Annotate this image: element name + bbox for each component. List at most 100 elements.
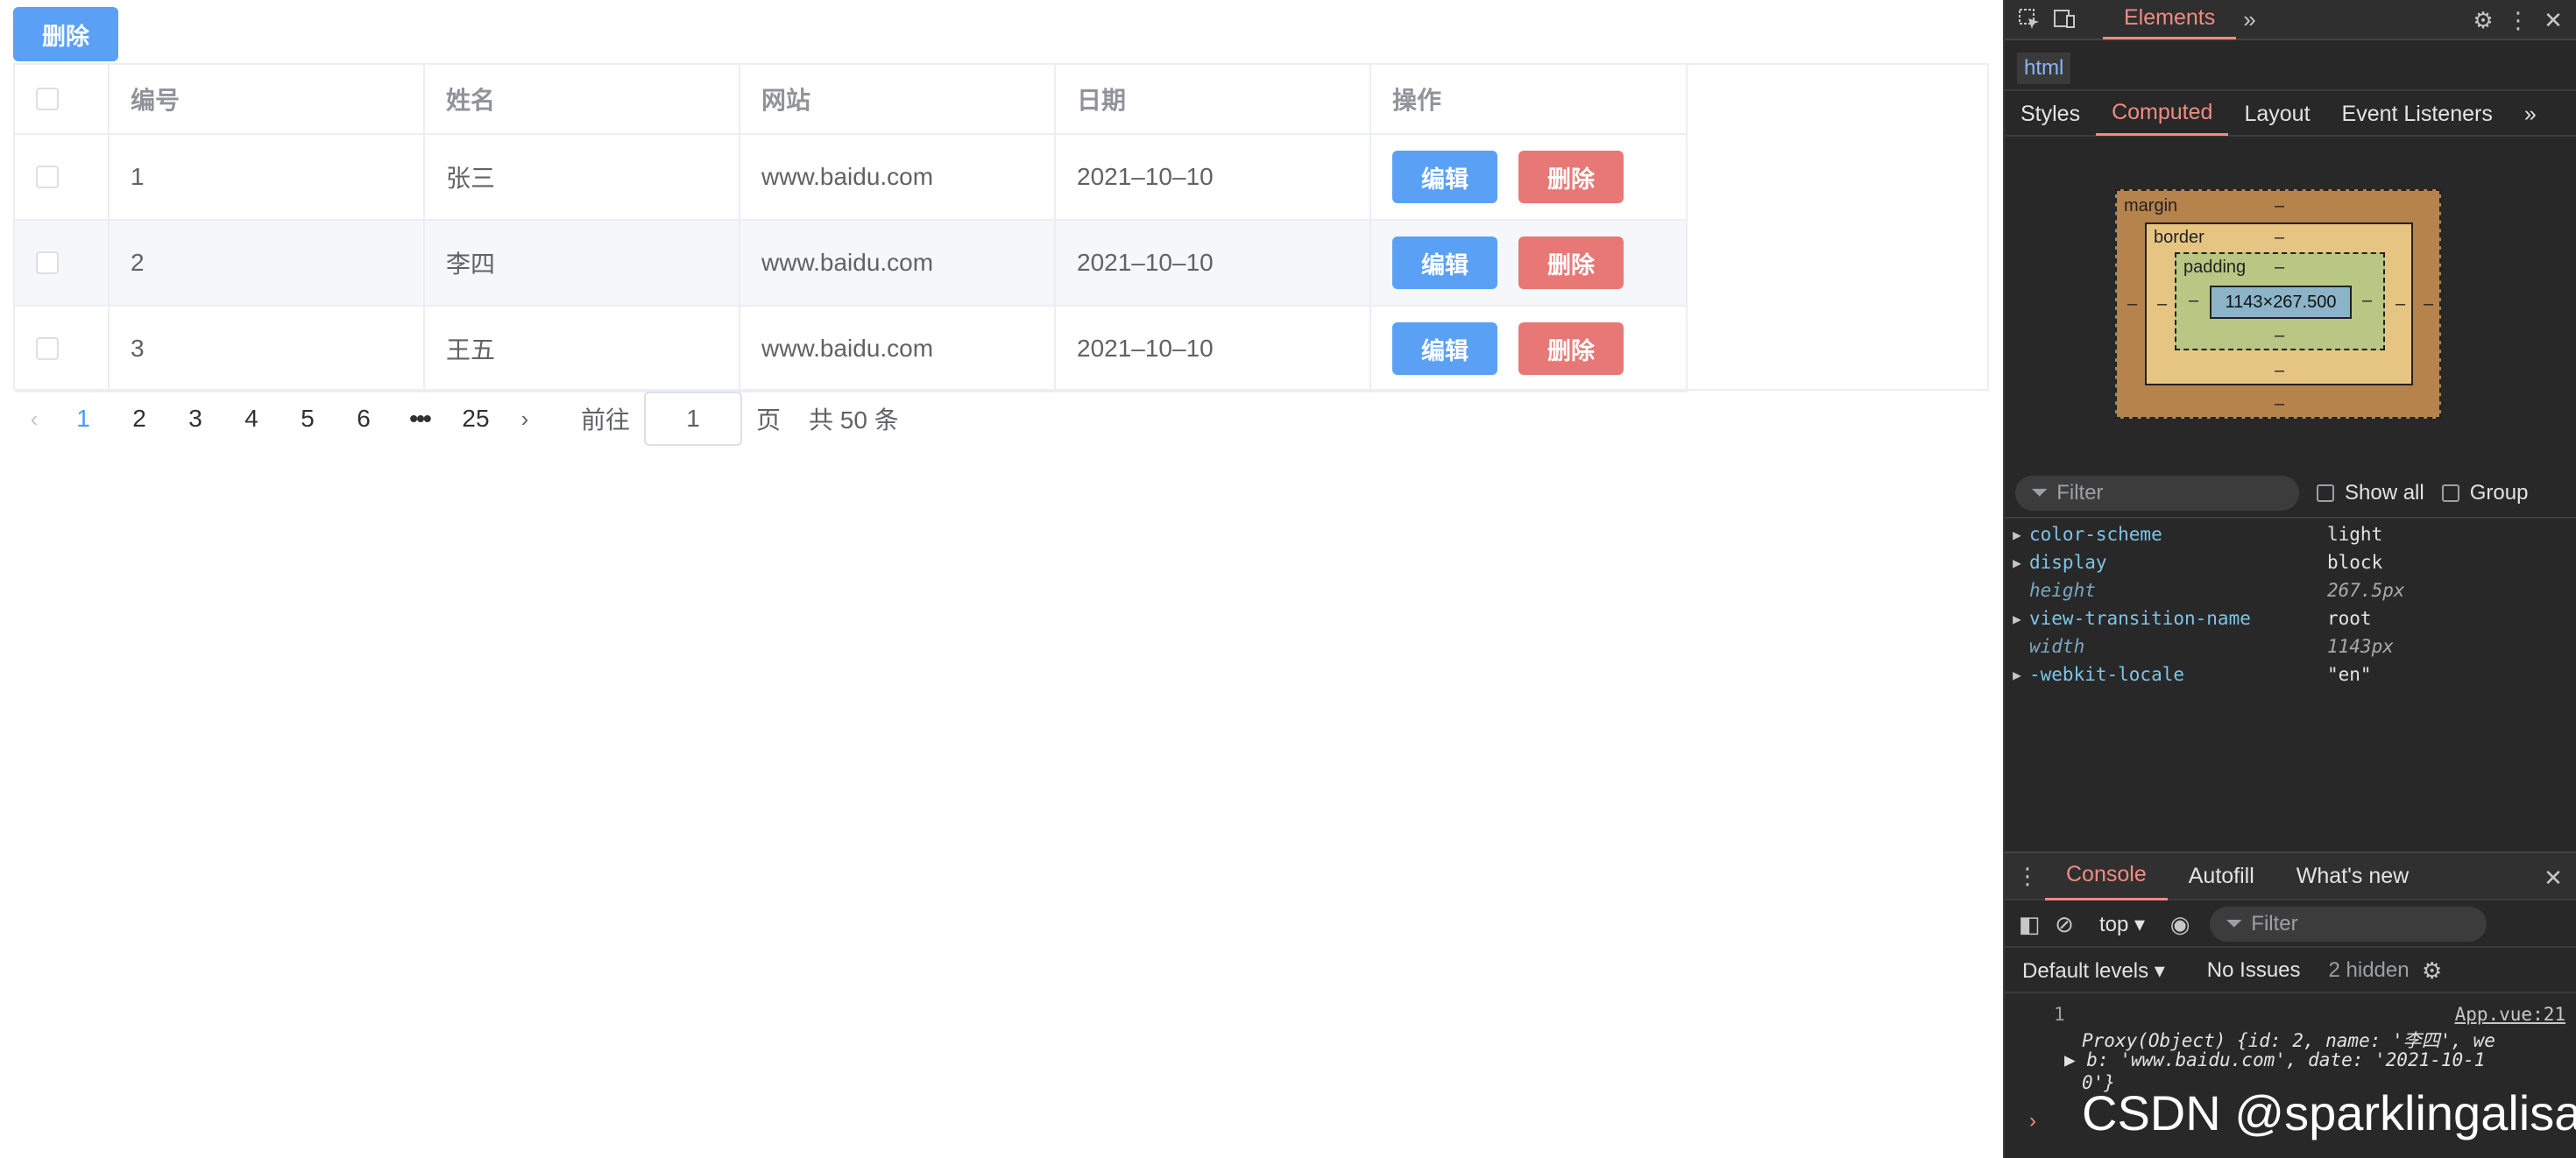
drawer-menu-icon[interactable]: ⋮ — [2010, 858, 2045, 893]
more-subtabs-icon[interactable]: » — [2509, 92, 2552, 136]
page-5[interactable]: 5 — [280, 405, 336, 433]
tab-event-listeners[interactable]: Event Listeners — [2326, 92, 2509, 136]
expand-triangle-icon[interactable]: ▶ — [2005, 667, 2029, 683]
margin-right-value: – — [2424, 294, 2434, 314]
data-table: 编号 姓名 网站 日期 操作 1 张三 www.baidu.com 2021–1… — [13, 63, 1989, 392]
expand-triangle-icon[interactable]: ▶ — [2064, 1049, 2086, 1070]
border-label: border — [2154, 228, 2204, 247]
cell-date: 2021–10–10 — [1056, 135, 1371, 219]
property-row[interactable]: ▶ view-transition-name root — [2005, 604, 2576, 632]
header-id: 编号 — [110, 65, 425, 133]
delete-button[interactable]: 删除 — [1518, 151, 1624, 203]
computed-filter-input[interactable]: ⏷ Filter — [2015, 476, 2299, 511]
more-pages-icon[interactable]: ••• — [392, 405, 448, 433]
cell-website: www.baidu.com — [740, 135, 1056, 219]
cell-actions: 编辑 删除 — [1371, 221, 1688, 305]
page-4[interactable]: 4 — [223, 405, 280, 433]
tab-console[interactable]: Console — [2045, 851, 2168, 900]
pagination: ‹ 1 2 3 4 5 6 ••• 25 › 前往 页 共 50 条 — [13, 391, 899, 447]
goto-page-input[interactable] — [644, 392, 743, 446]
more-tabs-icon[interactable]: » — [2243, 6, 2255, 33]
tab-computed[interactable]: Computed — [2096, 92, 2229, 136]
console-prompt-icon[interactable]: › — [2029, 1109, 2036, 1133]
property-row[interactable]: ▶ -webkit-locale "en" — [2005, 660, 2576, 688]
show-all-label: Show all — [2345, 481, 2424, 505]
table-row: 1 张三 www.baidu.com 2021–10–10 编辑 删除 — [15, 135, 1688, 221]
border-right-value: – — [2396, 294, 2406, 314]
eye-icon[interactable]: ◉ — [2162, 907, 2197, 942]
cell-website: www.baidu.com — [740, 307, 1056, 391]
edit-button[interactable]: 编辑 — [1392, 237, 1497, 289]
header-actions: 操作 — [1371, 65, 1688, 133]
page-unit-label: 页 — [756, 406, 782, 434]
box-model-border: border – – – – padding – – – – 1143×267.… — [2145, 222, 2413, 385]
delete-button[interactable]: 删除 — [1518, 322, 1624, 375]
page-2[interactable]: 2 — [111, 405, 167, 433]
close-icon[interactable]: ✕ — [2536, 3, 2571, 38]
page-last[interactable]: 25 — [448, 405, 504, 433]
margin-label: margin — [2124, 196, 2178, 215]
log-source-link[interactable]: App.vue:21 — [2455, 1004, 2565, 1025]
property-row[interactable]: width 1143px — [2005, 632, 2576, 660]
edit-button[interactable]: 编辑 — [1392, 151, 1497, 203]
inspect-icon[interactable] — [2012, 2, 2047, 37]
context-select[interactable]: top ▾ — [2099, 912, 2145, 937]
tab-layout[interactable]: Layout — [2228, 92, 2325, 136]
property-row[interactable]: ▶ display block — [2005, 548, 2576, 576]
cell-name: 王五 — [425, 307, 740, 391]
cell-website: www.baidu.com — [740, 221, 1056, 305]
clear-console-icon[interactable]: ⊘ — [2047, 907, 2082, 942]
property-value: root — [2327, 608, 2372, 629]
console-settings-icon[interactable]: ⚙ — [2415, 953, 2450, 988]
property-row[interactable]: ▶ color-scheme light — [2005, 520, 2576, 548]
group-label: Group — [2469, 481, 2529, 505]
breadcrumb: html — [2005, 47, 2576, 91]
tab-elements[interactable]: Elements — [2103, 0, 2237, 39]
tab-whats-new[interactable]: What's new — [2275, 851, 2430, 900]
drawer-tabs: ⋮ Console Autofill What's new ✕ — [2005, 851, 2576, 900]
header-date: 日期 — [1056, 65, 1371, 133]
sidebar-toggle-icon[interactable]: ◧ — [2012, 907, 2047, 942]
box-model-padding: padding – – – – 1143×267.500 — [2175, 252, 2385, 350]
console-filter-input[interactable]: ⏷ Filter — [2210, 907, 2488, 942]
issues-status[interactable]: No Issues — [2207, 958, 2301, 983]
gear-icon[interactable]: ⚙ — [2466, 3, 2501, 38]
property-name: view-transition-name — [2029, 608, 2251, 629]
prev-page-icon[interactable]: ‹ — [13, 406, 55, 433]
devtools-panel: Elements » ⚙ ⋮ ✕ html Styles Computed La… — [2003, 0, 2576, 1158]
select-all-checkbox[interactable] — [36, 88, 59, 110]
log-line[interactable]: ▶ b: 'www.baidu.com', date: '2021-10-1 — [2064, 1049, 2485, 1070]
header-name: 姓名 — [425, 65, 740, 133]
bulk-delete-button[interactable]: 删除 — [13, 7, 118, 61]
context-value: top — [2099, 912, 2129, 936]
edit-button[interactable]: 编辑 — [1392, 322, 1497, 375]
row-checkbox[interactable] — [36, 166, 59, 188]
expand-triangle-icon[interactable]: ▶ — [2005, 526, 2029, 543]
table-header-row: 编号 姓名 网站 日期 操作 — [15, 65, 1688, 135]
cell-name: 李四 — [425, 221, 740, 305]
page-3[interactable]: 3 — [167, 405, 223, 433]
close-drawer-icon[interactable]: ✕ — [2536, 860, 2571, 895]
app-area: 删除 编号 姓名 网站 日期 操作 1 张三 www.baidu.com 202… — [0, 0, 2003, 1158]
page-1[interactable]: 1 — [55, 405, 111, 433]
table-row: 3 王五 www.baidu.com 2021–10–10 编辑 删除 — [15, 307, 1688, 392]
cell-id: 1 — [110, 135, 425, 219]
log-levels-select[interactable]: Default levels ▾ — [2022, 958, 2165, 984]
tab-styles[interactable]: Styles — [2005, 92, 2096, 136]
row-checkbox[interactable] — [36, 251, 59, 274]
device-toggle-icon[interactable] — [2047, 2, 2082, 37]
tab-autofill[interactable]: Autofill — [2168, 851, 2275, 900]
delete-button[interactable]: 删除 — [1518, 237, 1624, 289]
row-checkbox[interactable] — [36, 337, 59, 360]
breadcrumb-html[interactable]: html — [2017, 53, 2071, 84]
show-all-checkbox[interactable]: Show all — [2317, 481, 2424, 505]
console-filter-placeholder: Filter — [2251, 912, 2298, 936]
property-row[interactable]: height 267.5px — [2005, 576, 2576, 604]
page-6[interactable]: 6 — [336, 405, 392, 433]
padding-bottom-value: – — [2275, 326, 2285, 345]
expand-triangle-icon[interactable]: ▶ — [2005, 611, 2029, 627]
kebab-menu-icon[interactable]: ⋮ — [2501, 3, 2536, 38]
next-page-icon[interactable]: › — [504, 406, 546, 433]
expand-triangle-icon[interactable]: ▶ — [2005, 554, 2029, 571]
group-checkbox[interactable]: Group — [2441, 481, 2529, 505]
